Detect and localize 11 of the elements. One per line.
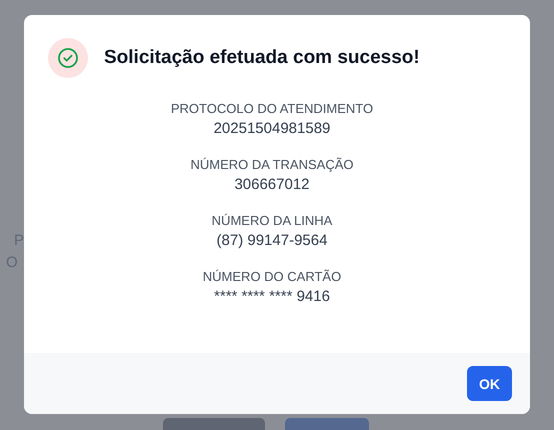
field-value: 20251504981589 xyxy=(214,120,330,137)
success-icon xyxy=(48,38,88,78)
field-label: PROTOCOLO DO ATENDIMENTO xyxy=(170,101,374,116)
field-value: **** **** **** 9416 xyxy=(214,288,330,305)
field-label: NÚMERO DO CARTÃO xyxy=(202,269,342,284)
field-value: 306667012 xyxy=(234,176,310,193)
field-value: (87) 99147-9564 xyxy=(216,232,328,249)
field-label: NÚMERO DA LINHA xyxy=(212,213,332,228)
dialog-title: Solicitação efetuada com sucesso! xyxy=(104,47,420,69)
field-label: NÚMERO DA TRANSAÇÃO xyxy=(190,157,354,172)
ok-button[interactable]: OK xyxy=(467,366,512,401)
